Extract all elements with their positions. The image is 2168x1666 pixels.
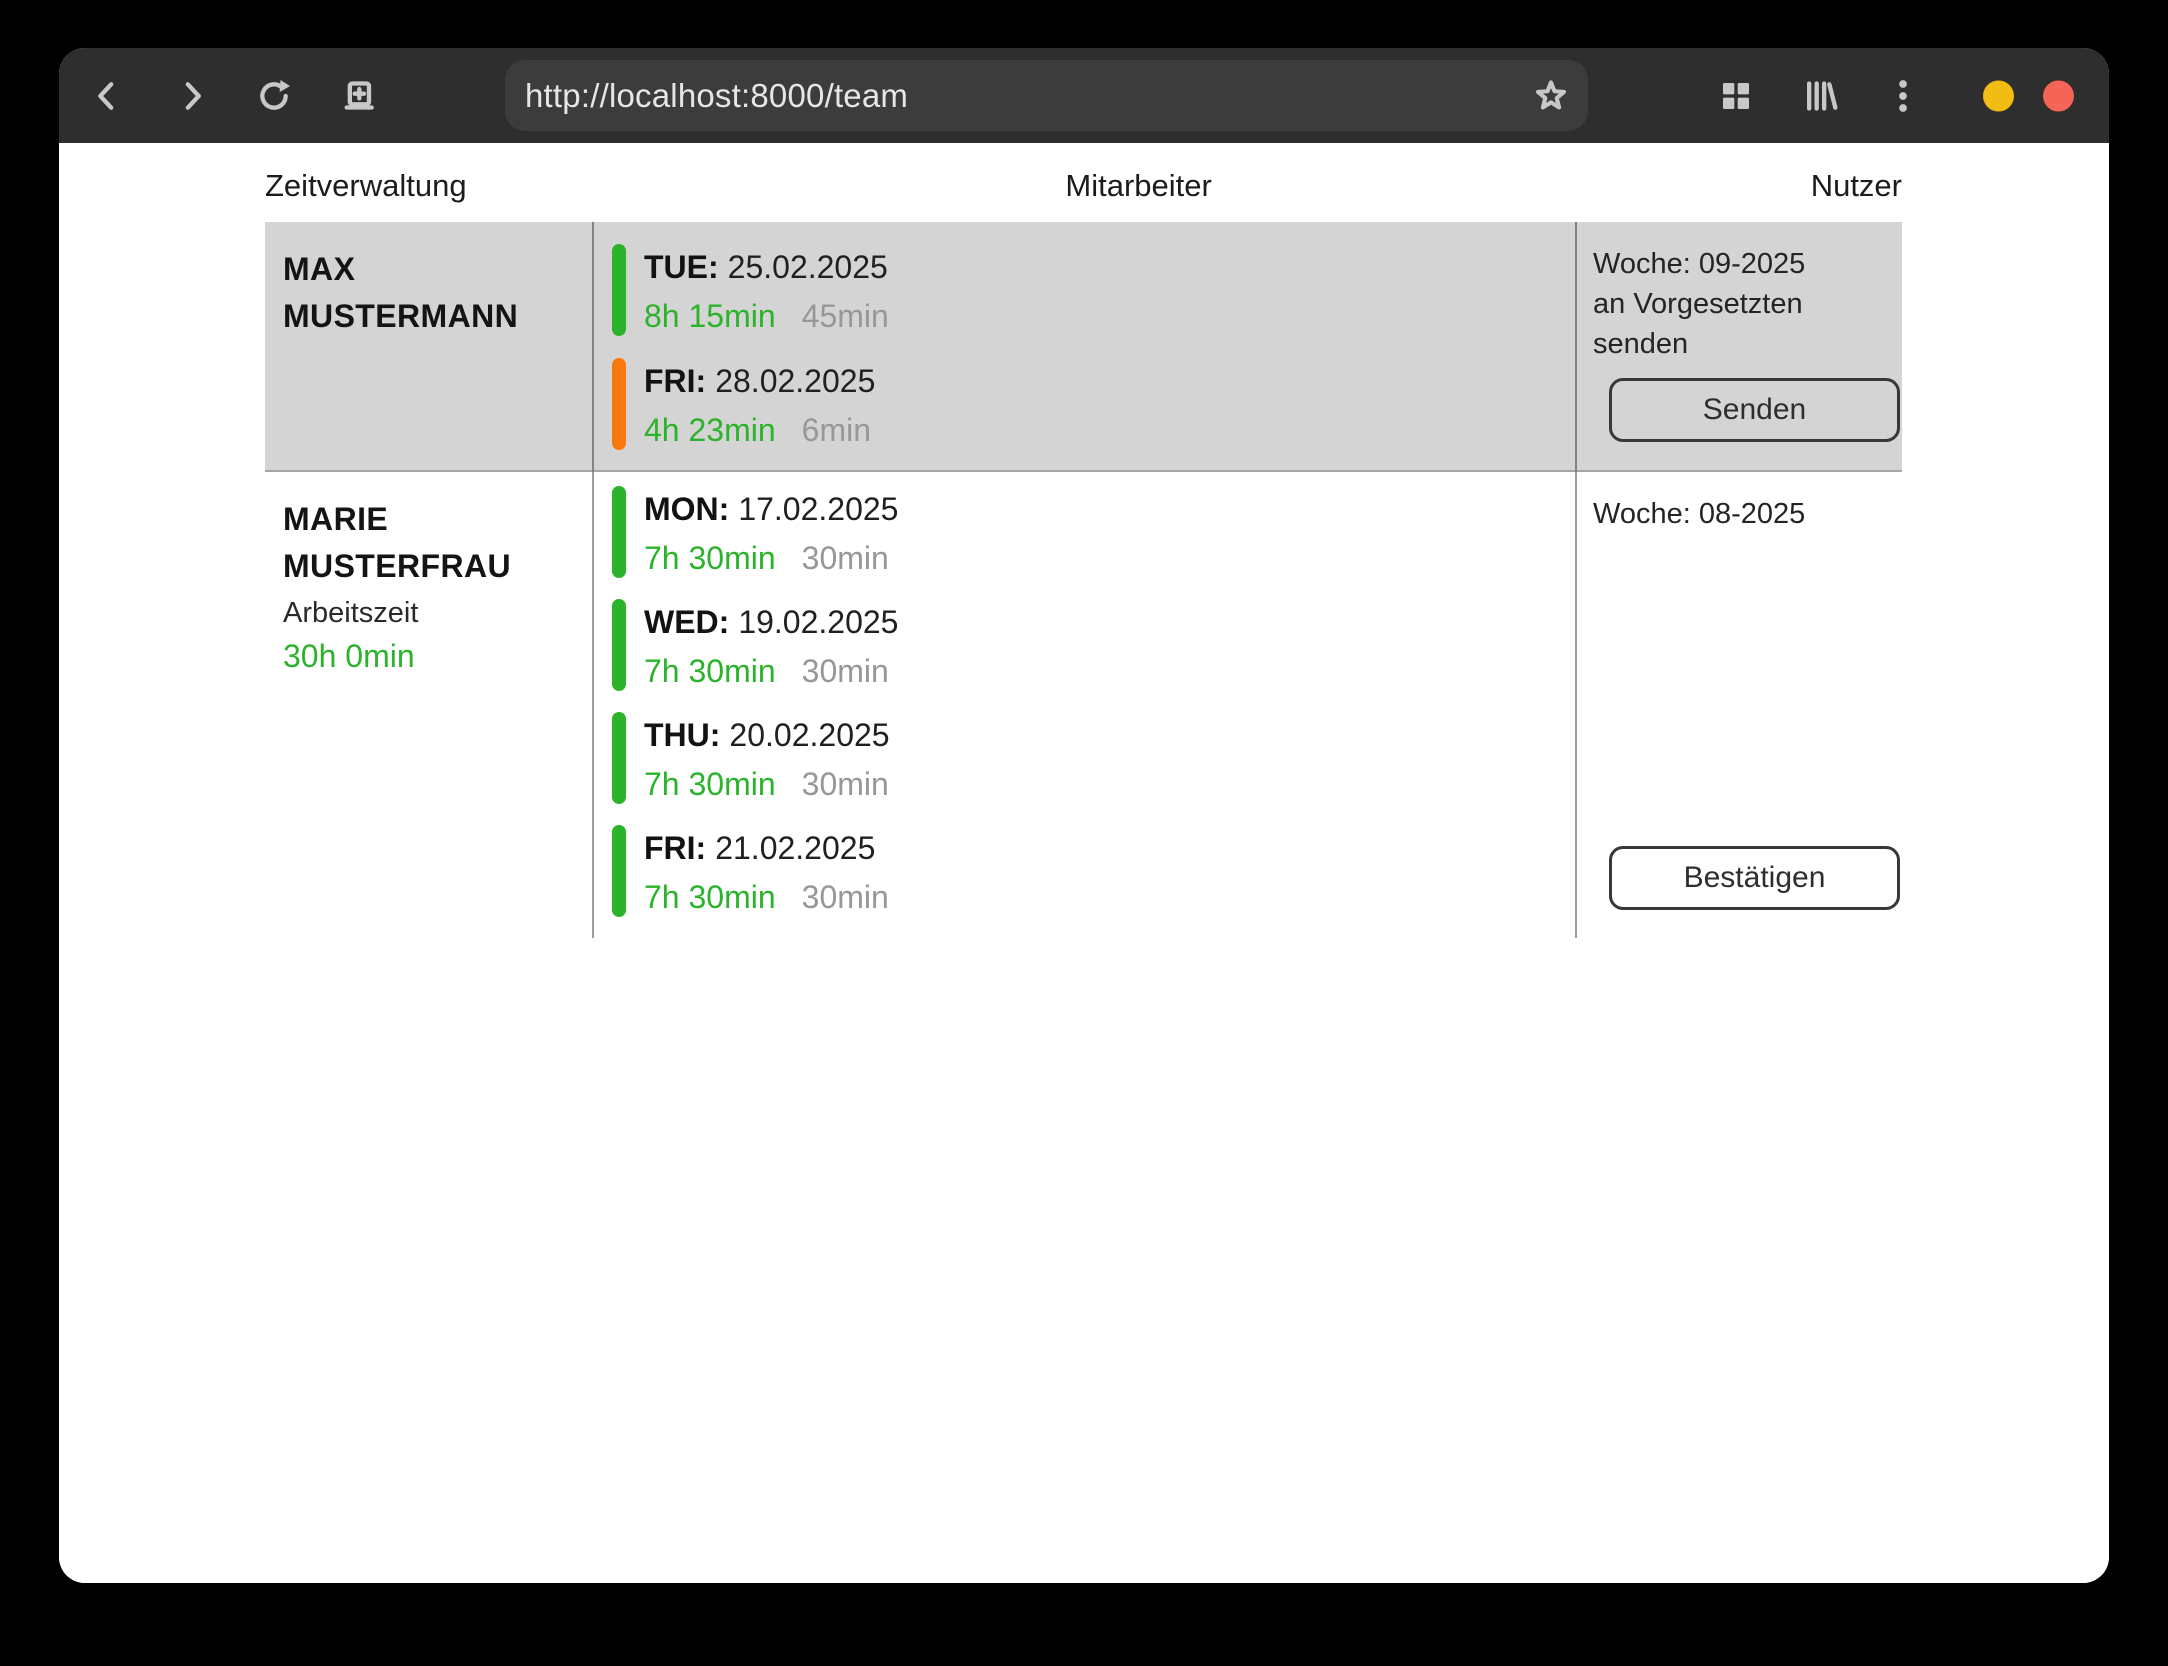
entry-date: 25.02.2025 [728, 249, 888, 285]
week-note-line2: senden [1593, 324, 1902, 364]
entry-date: 19.02.2025 [738, 604, 898, 640]
bestaetigen-button[interactable]: Bestätigen [1609, 846, 1900, 910]
status-bar [612, 712, 626, 804]
star-icon [1532, 77, 1570, 115]
entry-pause-time: 30min [802, 540, 889, 576]
time-entries-cell: TUE:25.02.2025 8h 15min 45min [592, 222, 1575, 472]
entry-text: FRI:28.02.2025 4h 23min 6min [644, 358, 875, 450]
time-entry: WED:19.02.2025 7h 30min 30min [612, 599, 1575, 691]
week-action-cell: Woche: 09-2025 an Vorgesetzten senden Se… [1575, 222, 1902, 472]
reload-button[interactable] [254, 76, 294, 116]
time-entry: FRI:28.02.2025 4h 23min 6min [612, 358, 1575, 450]
entry-text: WED:19.02.2025 7h 30min 30min [644, 599, 898, 691]
entry-pause-time: 45min [802, 298, 889, 334]
new-window-icon [339, 76, 379, 116]
nav-item-zeitverwaltung[interactable]: Zeitverwaltung [265, 167, 467, 205]
status-bar [612, 486, 626, 578]
reload-icon [254, 76, 294, 116]
entry-text: MON:17.02.2025 7h 30min 30min [644, 486, 898, 578]
entry-worked-time: 7h 30min [644, 766, 776, 802]
employee-name-cell: MAX MUSTERMANN [265, 222, 592, 472]
entry-text: FRI:21.02.2025 7h 30min 30min [644, 825, 889, 917]
nav-item-nutzer[interactable]: Nutzer [1811, 167, 1902, 205]
entry-pause-time: 30min [802, 879, 889, 915]
week-label: Woche: 08-2025 [1593, 494, 1902, 534]
entry-day: THU: [644, 717, 720, 753]
time-entry: THU:20.02.2025 7h 30min 30min [612, 712, 1575, 804]
worktime-label: Arbeitszeit [283, 593, 592, 633]
page-content: Zeitverwaltung Mitarbeiter Nutzer MAX MU… [59, 143, 2109, 1583]
status-bar [612, 825, 626, 917]
entry-text: TUE:25.02.2025 8h 15min 45min [644, 244, 889, 336]
minimize-button[interactable] [1983, 80, 2014, 111]
back-icon [87, 76, 127, 116]
forward-icon [172, 76, 212, 116]
senden-button[interactable]: Senden [1609, 378, 1900, 442]
entry-pause-time: 30min [802, 653, 889, 689]
employee-first-name: MAX [283, 246, 592, 293]
status-bar [612, 599, 626, 691]
entry-day: FRI: [644, 363, 706, 399]
week-label: Woche: 09-2025 [1593, 244, 1902, 284]
entry-pause-time: 6min [802, 412, 871, 448]
bookmark-button[interactable] [1532, 77, 1570, 115]
entry-day: MON: [644, 491, 729, 527]
entry-date: 17.02.2025 [738, 491, 898, 527]
employee-row-marie: MARIE MUSTERFRAU Arbeitszeit 30h 0min MO… [265, 472, 1902, 932]
time-entry: TUE:25.02.2025 8h 15min 45min [612, 244, 1575, 336]
close-button[interactable] [2043, 80, 2074, 111]
entry-date: 20.02.2025 [729, 717, 889, 753]
kebab-menu-icon [1883, 76, 1923, 116]
time-entry: FRI:21.02.2025 7h 30min 30min [612, 825, 1575, 917]
entry-date: 21.02.2025 [715, 830, 875, 866]
worktime-value: 30h 0min [283, 635, 592, 677]
url-bar[interactable]: http://localhost:8000/team [505, 60, 1588, 131]
team-table: MAX MUSTERMANN TUE:25.02.2025 8h 15m [265, 222, 1902, 932]
employee-row-max: MAX MUSTERMANN TUE:25.02.2025 8h 15m [265, 222, 1902, 472]
entry-worked-time: 4h 23min [644, 412, 776, 448]
library-icon [1800, 76, 1840, 116]
employee-name-cell: MARIE MUSTERFRAU Arbeitszeit 30h 0min [265, 472, 592, 938]
grid-icon [1716, 76, 1756, 116]
entry-day: WED: [644, 604, 729, 640]
new-window-button[interactable] [339, 76, 379, 116]
time-entry: MON:17.02.2025 7h 30min 30min [612, 486, 1575, 578]
entry-day: FRI: [644, 830, 706, 866]
main-nav: Zeitverwaltung Mitarbeiter Nutzer [265, 167, 1902, 205]
employee-last-name: MUSTERFRAU [283, 543, 592, 590]
forward-button[interactable] [172, 76, 212, 116]
status-bar [612, 244, 626, 336]
back-button[interactable] [87, 76, 127, 116]
url-text[interactable]: http://localhost:8000/team [525, 77, 908, 115]
entry-date: 28.02.2025 [715, 363, 875, 399]
apps-grid-button[interactable] [1716, 76, 1756, 116]
entry-text: THU:20.02.2025 7h 30min 30min [644, 712, 890, 804]
entry-worked-time: 7h 30min [644, 879, 776, 915]
employee-last-name: MUSTERMANN [283, 293, 592, 340]
menu-button[interactable] [1883, 76, 1923, 116]
employee-first-name: MARIE [283, 496, 592, 543]
browser-toolbar: http://localhost:8000/team [59, 48, 2109, 143]
week-note-line1: an Vorgesetzten [1593, 284, 1902, 324]
library-button[interactable] [1800, 76, 1840, 116]
entry-day: TUE: [644, 249, 719, 285]
nav-item-mitarbeiter[interactable]: Mitarbeiter [1065, 167, 1211, 205]
screen: http://localhost:8000/team [0, 0, 2168, 1666]
entry-pause-time: 30min [802, 766, 889, 802]
browser-window: http://localhost:8000/team [59, 48, 2109, 1583]
week-action-cell: Woche: 08-2025 Bestätigen [1575, 472, 1902, 938]
time-entries-cell: MON:17.02.2025 7h 30min 30min [592, 472, 1575, 938]
entry-worked-time: 7h 30min [644, 540, 776, 576]
entry-worked-time: 7h 30min [644, 653, 776, 689]
entry-worked-time: 8h 15min [644, 298, 776, 334]
status-bar [612, 358, 626, 450]
